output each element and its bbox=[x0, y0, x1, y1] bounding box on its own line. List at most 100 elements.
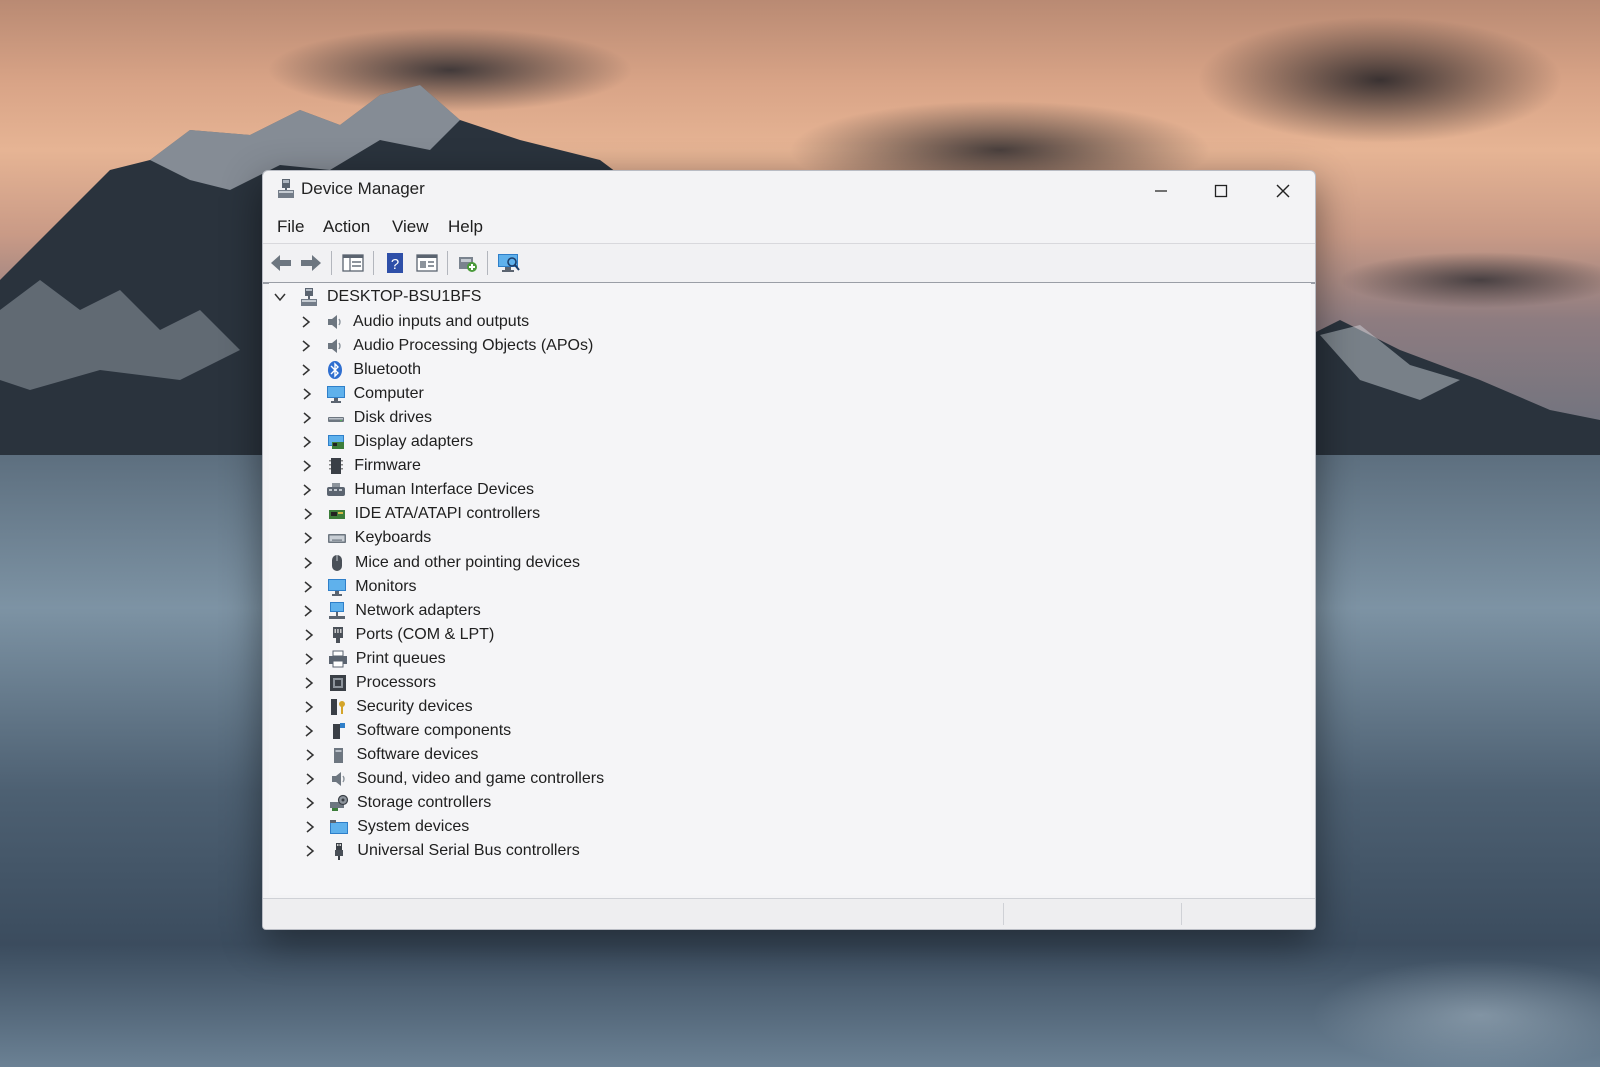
tree-category-label: Disk drives bbox=[353, 409, 433, 427]
help-icon: ? bbox=[387, 253, 403, 273]
chevron-right-icon[interactable] bbox=[300, 387, 314, 401]
update-driver-icon bbox=[459, 257, 477, 272]
chevron-right-icon[interactable] bbox=[303, 772, 317, 786]
device-manager-window[interactable]: Device Manager File Action View Help ? D… bbox=[262, 170, 1316, 930]
toolbar-separator bbox=[373, 251, 374, 275]
chevron-down-icon[interactable] bbox=[273, 290, 287, 304]
tree-category-label: System devices bbox=[357, 818, 470, 836]
chevron-right-icon[interactable] bbox=[301, 556, 315, 570]
menu-bar: File Action View Help bbox=[263, 211, 1315, 243]
tree-category-row[interactable]: Display adapters bbox=[300, 430, 473, 454]
tree-category-row[interactable]: Human Interface Devices bbox=[300, 478, 534, 502]
help-button[interactable]: ? bbox=[381, 249, 409, 277]
chevron-right-icon[interactable] bbox=[303, 748, 317, 762]
maximize-button[interactable] bbox=[1191, 171, 1251, 211]
chevron-right-icon[interactable] bbox=[303, 820, 317, 834]
tree-category-label: Keyboards bbox=[354, 529, 432, 547]
tree-category-row[interactable]: Storage controllers bbox=[303, 791, 491, 815]
tree-category-label: Audio Processing Objects (APOs) bbox=[353, 337, 594, 355]
bluetooth-icon bbox=[325, 360, 345, 380]
chevron-right-icon[interactable] bbox=[301, 604, 315, 618]
ide-controller-icon bbox=[327, 504, 347, 524]
tree-category-row[interactable]: Audio inputs and outputs bbox=[299, 310, 529, 334]
chevron-right-icon[interactable] bbox=[300, 459, 314, 473]
menu-action[interactable]: Action bbox=[319, 215, 374, 239]
tree-root-node[interactable]: DESKTOP-BSU1BFS bbox=[273, 285, 481, 309]
chevron-right-icon[interactable] bbox=[303, 796, 317, 810]
tree-category-label: Software components bbox=[356, 721, 512, 739]
tree-category-row[interactable]: Security devices bbox=[302, 695, 473, 719]
tree-category-row[interactable]: Monitors bbox=[301, 575, 417, 599]
menu-help[interactable]: Help bbox=[444, 215, 487, 239]
tree-category-row[interactable]: Processors bbox=[302, 671, 436, 695]
show-hide-console-tree-button[interactable] bbox=[339, 249, 367, 277]
tree-category-row[interactable]: Disk drives bbox=[300, 406, 432, 430]
tree-category-row[interactable]: Firmware bbox=[300, 454, 421, 478]
close-button[interactable] bbox=[1253, 171, 1313, 211]
chevron-right-icon[interactable] bbox=[302, 724, 316, 738]
tree-category-label: Sound, video and game controllers bbox=[356, 769, 605, 787]
software-device-icon bbox=[329, 745, 349, 765]
tree-category-row[interactable]: Universal Serial Bus controllers bbox=[303, 839, 580, 863]
tree-category-row[interactable]: Bluetooth bbox=[299, 358, 421, 382]
monitor-icon bbox=[326, 384, 346, 404]
chevron-right-icon[interactable] bbox=[302, 700, 316, 714]
network-icon bbox=[327, 601, 347, 621]
tree-category-row[interactable]: Sound, video and game controllers bbox=[303, 767, 604, 791]
usb-icon bbox=[329, 841, 349, 861]
chevron-right-icon[interactable] bbox=[301, 580, 315, 594]
forward-button[interactable] bbox=[297, 249, 325, 277]
scan-hardware-button[interactable] bbox=[495, 249, 523, 277]
chevron-right-icon[interactable] bbox=[299, 363, 313, 377]
toolbar: ? bbox=[263, 243, 1315, 284]
title-bar[interactable]: Device Manager bbox=[263, 171, 1315, 211]
menu-file[interactable]: File bbox=[273, 215, 308, 239]
minimize-button[interactable] bbox=[1131, 171, 1191, 211]
chevron-right-icon[interactable] bbox=[300, 483, 314, 497]
chevron-right-icon[interactable] bbox=[301, 531, 315, 545]
display-adapter-icon bbox=[326, 432, 346, 452]
update-driver-button[interactable] bbox=[453, 249, 481, 277]
tree-category-label: Processors bbox=[356, 673, 437, 691]
tree-category-row[interactable]: Software components bbox=[302, 719, 511, 743]
tree-category-row[interactable]: Mice and other pointing devices bbox=[301, 551, 580, 575]
tree-category-label: Ports (COM & LPT) bbox=[355, 625, 495, 643]
tree-category-row[interactable]: Audio Processing Objects (APOs) bbox=[299, 334, 593, 358]
close-icon bbox=[1276, 184, 1290, 198]
tree-category-row[interactable]: Ports (COM & LPT) bbox=[302, 623, 495, 647]
tree-category-label: Firmware bbox=[354, 457, 421, 475]
tree-category-label: Bluetooth bbox=[353, 361, 421, 379]
mouse-icon bbox=[327, 553, 347, 573]
tree-category-row[interactable]: Computer bbox=[300, 382, 424, 406]
tree-category-label: Monitors bbox=[355, 577, 417, 595]
tree-category-row[interactable]: Software devices bbox=[303, 743, 478, 767]
tree-category-row[interactable]: System devices bbox=[303, 815, 469, 839]
chevron-right-icon[interactable] bbox=[303, 844, 317, 858]
tree-category-row[interactable]: Keyboards bbox=[301, 526, 432, 550]
tree-root-label: DESKTOP-BSU1BFS bbox=[327, 288, 482, 305]
system-icon bbox=[329, 817, 349, 837]
tree-category-label: IDE ATA/ATAPI controllers bbox=[354, 505, 541, 523]
menu-view[interactable]: View bbox=[388, 215, 433, 239]
tree-category-row[interactable]: Print queues bbox=[302, 647, 446, 671]
tree-category-row[interactable]: IDE ATA/ATAPI controllers bbox=[301, 502, 541, 526]
chevron-right-icon[interactable] bbox=[302, 676, 316, 690]
speaker-icon bbox=[329, 769, 349, 789]
back-button[interactable] bbox=[267, 249, 295, 277]
chevron-right-icon[interactable] bbox=[299, 315, 313, 329]
chevron-right-icon[interactable] bbox=[302, 652, 316, 666]
properties-button[interactable] bbox=[413, 249, 441, 277]
chevron-right-icon[interactable] bbox=[300, 411, 314, 425]
chevron-right-icon[interactable] bbox=[299, 339, 313, 353]
svg-text:?: ? bbox=[391, 256, 399, 273]
forward-icon bbox=[301, 255, 321, 271]
disk-drive-icon bbox=[326, 408, 346, 428]
device-tree[interactable]: DESKTOP-BSU1BFS Audio inputs and outputs… bbox=[269, 283, 1311, 895]
chevron-right-icon[interactable] bbox=[302, 628, 316, 642]
tree-category-label: Security devices bbox=[356, 697, 473, 715]
port-icon bbox=[328, 625, 348, 645]
tree-category-row[interactable]: Network adapters bbox=[301, 599, 481, 623]
chevron-right-icon[interactable] bbox=[300, 435, 314, 449]
security-icon bbox=[328, 697, 348, 717]
chevron-right-icon[interactable] bbox=[301, 507, 315, 521]
